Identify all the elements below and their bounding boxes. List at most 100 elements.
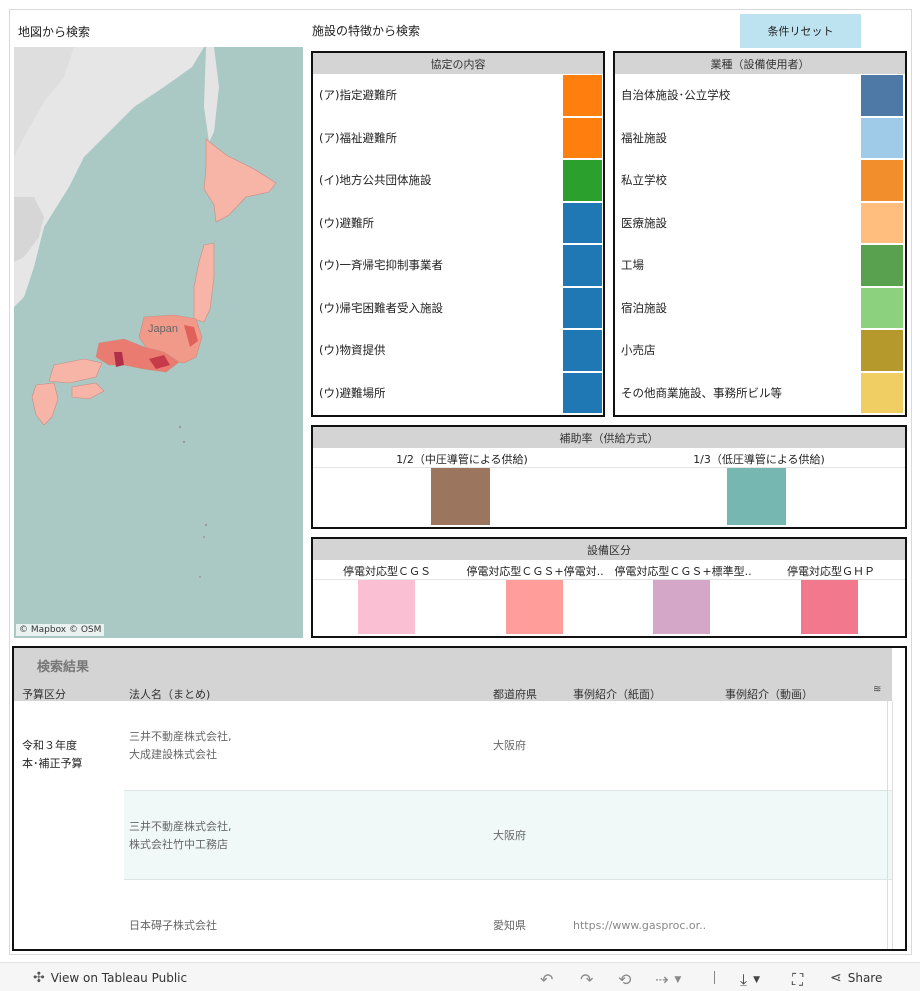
scrollbar[interactable] <box>892 701 893 949</box>
agreement-color-swatch[interactable] <box>563 160 602 201</box>
industry-color-swatch[interactable] <box>861 372 903 413</box>
agreement-item[interactable]: (イ)地方公共団体施設 <box>313 160 603 201</box>
table-row[interactable]: 三井不動産株式会社, 株式会社竹中工務店 <box>129 818 232 854</box>
company-name: 三井不動産株式会社, <box>129 820 232 833</box>
industry-color-swatch[interactable] <box>861 75 903 116</box>
agreement-color-swatch[interactable] <box>563 202 602 243</box>
col-company[interactable]: 法人名（まとめ) <box>129 686 210 702</box>
island <box>182 440 186 444</box>
map-attribution[interactable]: © Mapbox © OSM <box>16 624 105 636</box>
col-video[interactable]: 事例紹介（動画） <box>725 686 813 702</box>
refresh-icon: ⇢ <box>655 970 669 989</box>
prefecture-cell: 大阪府 <box>493 829 526 842</box>
agreement-item[interactable]: (ウ)避難所 <box>313 202 603 243</box>
budget-group: 令和３年度 本･補正予算 <box>22 737 83 773</box>
equipment-header: 設備区分 <box>313 539 905 560</box>
equipment-label-cgs-outage: 停電対応型ＣＧＳ+停電対.. <box>466 565 604 578</box>
table-row[interactable]: 三井不動産株式会社, 大成建設株式会社 <box>129 728 232 764</box>
hokkaido-region[interactable] <box>203 138 277 223</box>
agreement-item-label: (ウ)帰宅困難者受入施設 <box>319 300 443 315</box>
island <box>199 576 201 578</box>
table-row[interactable]: 日本碍子株式会社 <box>129 917 217 935</box>
view-on-tableau-button[interactable]: ✣ View on Tableau Public <box>33 970 187 986</box>
paper-link[interactable]: https://www.gasproc.or.. <box>573 917 706 935</box>
results-title: 検索結果 <box>37 660 90 675</box>
map-label: Japan <box>148 323 178 335</box>
industry-color-swatch[interactable] <box>861 160 903 201</box>
industry-item[interactable]: 工場 <box>615 245 905 286</box>
industry-color-swatch[interactable] <box>861 245 903 286</box>
results-table: 検索結果 予算区分 法人名（まとめ) 都道府県 事例紹介（紙面） 事例紹介（動画… <box>12 646 907 951</box>
industry-color-swatch[interactable] <box>861 287 903 328</box>
sort-icon[interactable]: ≋ <box>873 684 881 695</box>
island <box>178 425 182 429</box>
agreement-color-swatch[interactable] <box>563 75 602 116</box>
agreement-color-swatch[interactable] <box>563 117 602 158</box>
col-paper[interactable]: 事例紹介（紙面） <box>573 686 661 702</box>
view-on-tableau-label: View on Tableau Public <box>50 971 188 985</box>
agreement-color-swatch[interactable] <box>563 330 602 371</box>
industry-item[interactable]: 自治体施設･公立学校 <box>615 75 905 116</box>
undo-icon: ↶ <box>540 970 554 989</box>
kyushu-region[interactable] <box>31 382 59 426</box>
agreement-item[interactable]: (ウ)物資提供 <box>313 330 603 371</box>
industry-item[interactable]: 宿泊施設 <box>615 287 905 328</box>
col-prefecture[interactable]: 都道府県 <box>493 686 537 702</box>
agreement-color-swatch[interactable] <box>563 287 602 328</box>
refresh-button[interactable]: ⇢ ▼ <box>655 970 681 989</box>
subsidy-bar-third[interactable] <box>727 468 786 525</box>
tohoku-region[interactable] <box>193 242 215 323</box>
budget-line1: 令和３年度 <box>22 739 77 752</box>
undo-button[interactable]: ↶ <box>540 970 553 989</box>
industry-item[interactable]: 私立学校 <box>615 160 905 201</box>
map-title: 地図から検索 <box>18 25 91 39</box>
agreement-item-label: (ア)指定避難所 <box>319 88 397 103</box>
features-title: 施設の特徴から検索 <box>312 24 421 38</box>
agreement-item[interactable]: (ウ)帰宅困難者受入施設 <box>313 287 603 328</box>
industry-header: 業種（設備使用者） <box>615 53 905 74</box>
tableau-logo-icon: ✣ <box>33 970 45 986</box>
equipment-bar-cgs-outage[interactable] <box>506 580 563 634</box>
download-button[interactable]: ⤓ ▼ <box>740 970 760 990</box>
island <box>203 536 205 538</box>
fullscreen-button[interactable]: ⛶ <box>792 970 803 990</box>
share-button[interactable]: ⋖ Share <box>830 970 882 986</box>
shikoku-region[interactable] <box>71 382 105 400</box>
industry-color-swatch[interactable] <box>861 330 903 371</box>
agreement-color-swatch[interactable] <box>563 245 602 286</box>
agreement-item-label: (ア)福祉避難所 <box>319 130 397 145</box>
agreement-item[interactable]: (ウ)一斉帰宅抑制事業者 <box>313 245 603 286</box>
redo-button[interactable]: ↷ <box>580 970 593 989</box>
agreement-item[interactable]: (ア)福祉避難所 <box>313 117 603 158</box>
revert-icon: ⟲ <box>618 970 632 989</box>
industry-color-swatch[interactable] <box>861 202 903 243</box>
subsidy-filter: 補助率（供給方式） 1/2（中圧導管による供給) 1/3（低圧導管による供給) <box>311 425 907 529</box>
subsidy-label-half: 1/2（中圧導管による供給) <box>396 453 528 466</box>
industry-item[interactable]: その他商業施設、事務所ビル等 <box>615 372 905 413</box>
tableau-toolbar: ✣ View on Tableau Public ↶ ↷ ⟲ ⇢ ▼ ⤓ ▼ ⛶ ⋖… <box>0 962 920 991</box>
share-icon: ⋖ <box>830 970 842 986</box>
island <box>204 523 208 527</box>
equipment-bar-cgs[interactable] <box>358 580 415 634</box>
chugoku-region[interactable] <box>48 358 103 384</box>
subsidy-bar-half[interactable] <box>431 468 490 525</box>
map-canvas[interactable]: Japan <box>14 47 303 638</box>
redo-icon: ↷ <box>580 970 594 989</box>
reset-button[interactable]: 条件リセット <box>740 14 861 48</box>
equipment-bar-cgs-standard[interactable] <box>653 580 710 634</box>
industry-item[interactable]: 福祉施設 <box>615 117 905 158</box>
agreement-color-swatch[interactable] <box>563 372 602 413</box>
agreement-item-label: (ウ)避難場所 <box>319 385 386 400</box>
japan-map[interactable]: Japan © Mapbox © OSM <box>14 47 303 638</box>
agreement-item[interactable]: (ア)指定避難所 <box>313 75 603 116</box>
industry-item[interactable]: 医療施設 <box>615 202 905 243</box>
col-budget[interactable]: 予算区分 <box>22 686 66 702</box>
revert-button[interactable]: ⟲ <box>618 970 631 989</box>
equipment-bar-ghp[interactable] <box>801 580 858 634</box>
industry-filter: 業種（設備使用者） 自治体施設･公立学校 福祉施設 私立学校 医療施設 工場 宿泊施設 小売… <box>613 51 907 417</box>
industry-color-swatch[interactable] <box>861 117 903 158</box>
agreement-item[interactable]: (ウ)避難場所 <box>313 372 603 413</box>
industry-item[interactable]: 小売店 <box>615 330 905 371</box>
equipment-filter: 設備区分 停電対応型ＣＧＳ 停電対応型ＣＧＳ+停電対.. 停電対応型ＣＧＳ+標準… <box>311 537 907 638</box>
scrollbar-track[interactable] <box>887 701 888 949</box>
